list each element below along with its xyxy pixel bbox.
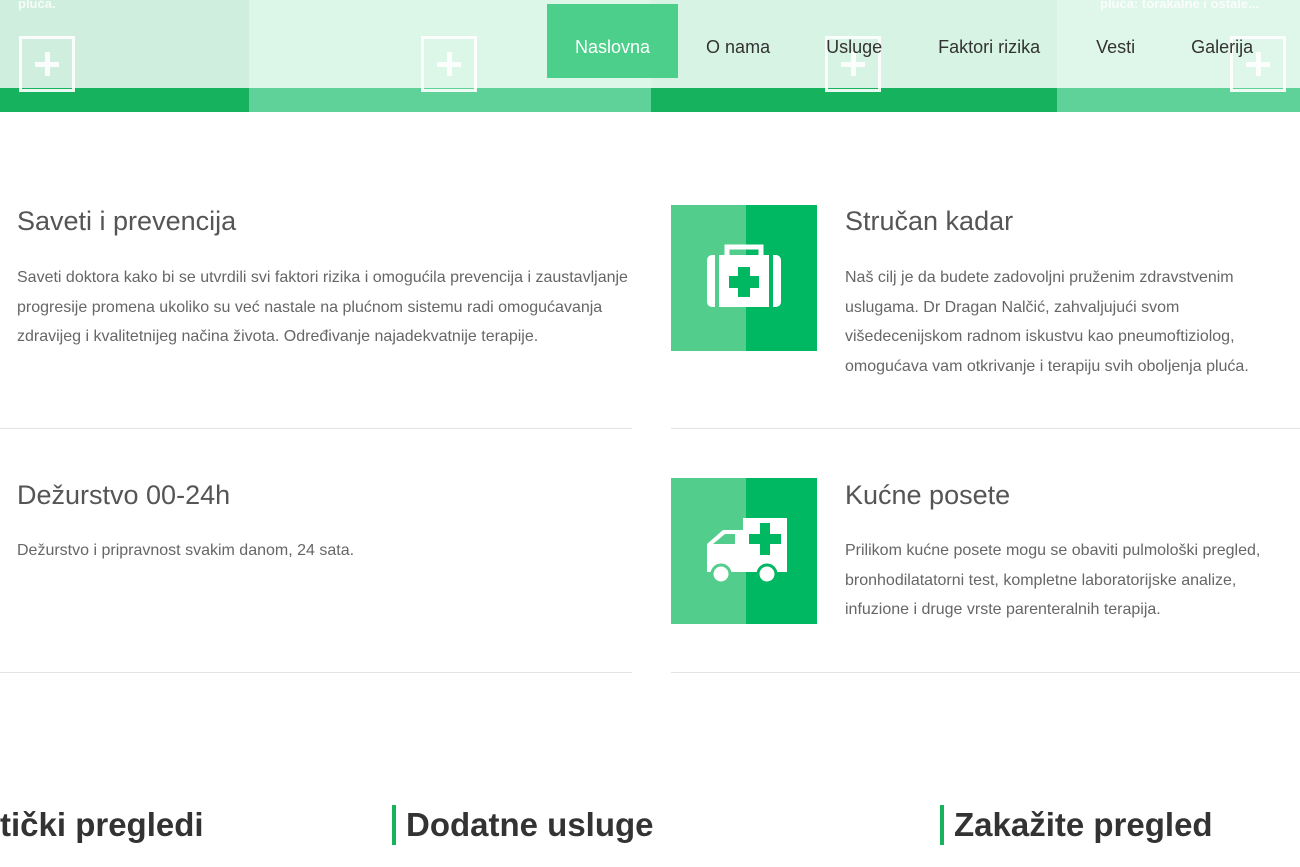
- first-aid-kit-icon: [671, 205, 817, 351]
- site-header: pluća. pluća: torakalne i ostale... Nasl…: [0, 0, 1300, 112]
- divider: [0, 672, 632, 673]
- feature-title: Dežurstvo 00-24h: [17, 480, 231, 510]
- nav-item-o-nama[interactable]: O nama: [678, 4, 798, 78]
- plus-icon: [421, 36, 477, 92]
- divider: [671, 428, 1300, 429]
- ambulance-icon: [671, 478, 817, 624]
- nav-item-faktori-rizika[interactable]: Faktori rizika: [910, 4, 1068, 78]
- section-accent-bar: [940, 805, 944, 845]
- section-title: Dodatne usluge: [406, 806, 654, 843]
- section-title: Zakažite pregled: [954, 806, 1213, 843]
- main-nav: Naslovna O nama Usluge Faktori rizika Ve…: [547, 4, 1281, 78]
- feature-title: Stručan kadar: [845, 206, 1014, 236]
- feature-text: Dežurstvo i pripravnost svakim danom, 24…: [17, 542, 355, 559]
- feature-text: Saveti doktora kako bi se utvrdili svi f…: [17, 269, 628, 345]
- nav-item-galerija[interactable]: Galerija: [1163, 4, 1281, 78]
- nav-item-usluge[interactable]: Usluge: [798, 4, 910, 78]
- nav-item-vesti[interactable]: Vesti: [1068, 4, 1163, 78]
- feature-title: Kućne posete: [845, 480, 1011, 510]
- nav-item-naslovna[interactable]: Naslovna: [547, 4, 679, 78]
- feature-text: Prilikom kućne posete mogu se obaviti pu…: [845, 542, 1261, 618]
- panel-caption: pluća.: [18, 0, 56, 11]
- section-title: tički pregledi: [0, 806, 204, 843]
- feature-title: Saveti i prevencija: [17, 206, 237, 236]
- plus-icon: [19, 36, 75, 92]
- divider: [671, 672, 1300, 673]
- divider: [0, 428, 632, 429]
- feature-text: Naš cilj je da budete zadovoljni pruženi…: [845, 269, 1249, 375]
- section-accent-bar: [392, 805, 396, 845]
